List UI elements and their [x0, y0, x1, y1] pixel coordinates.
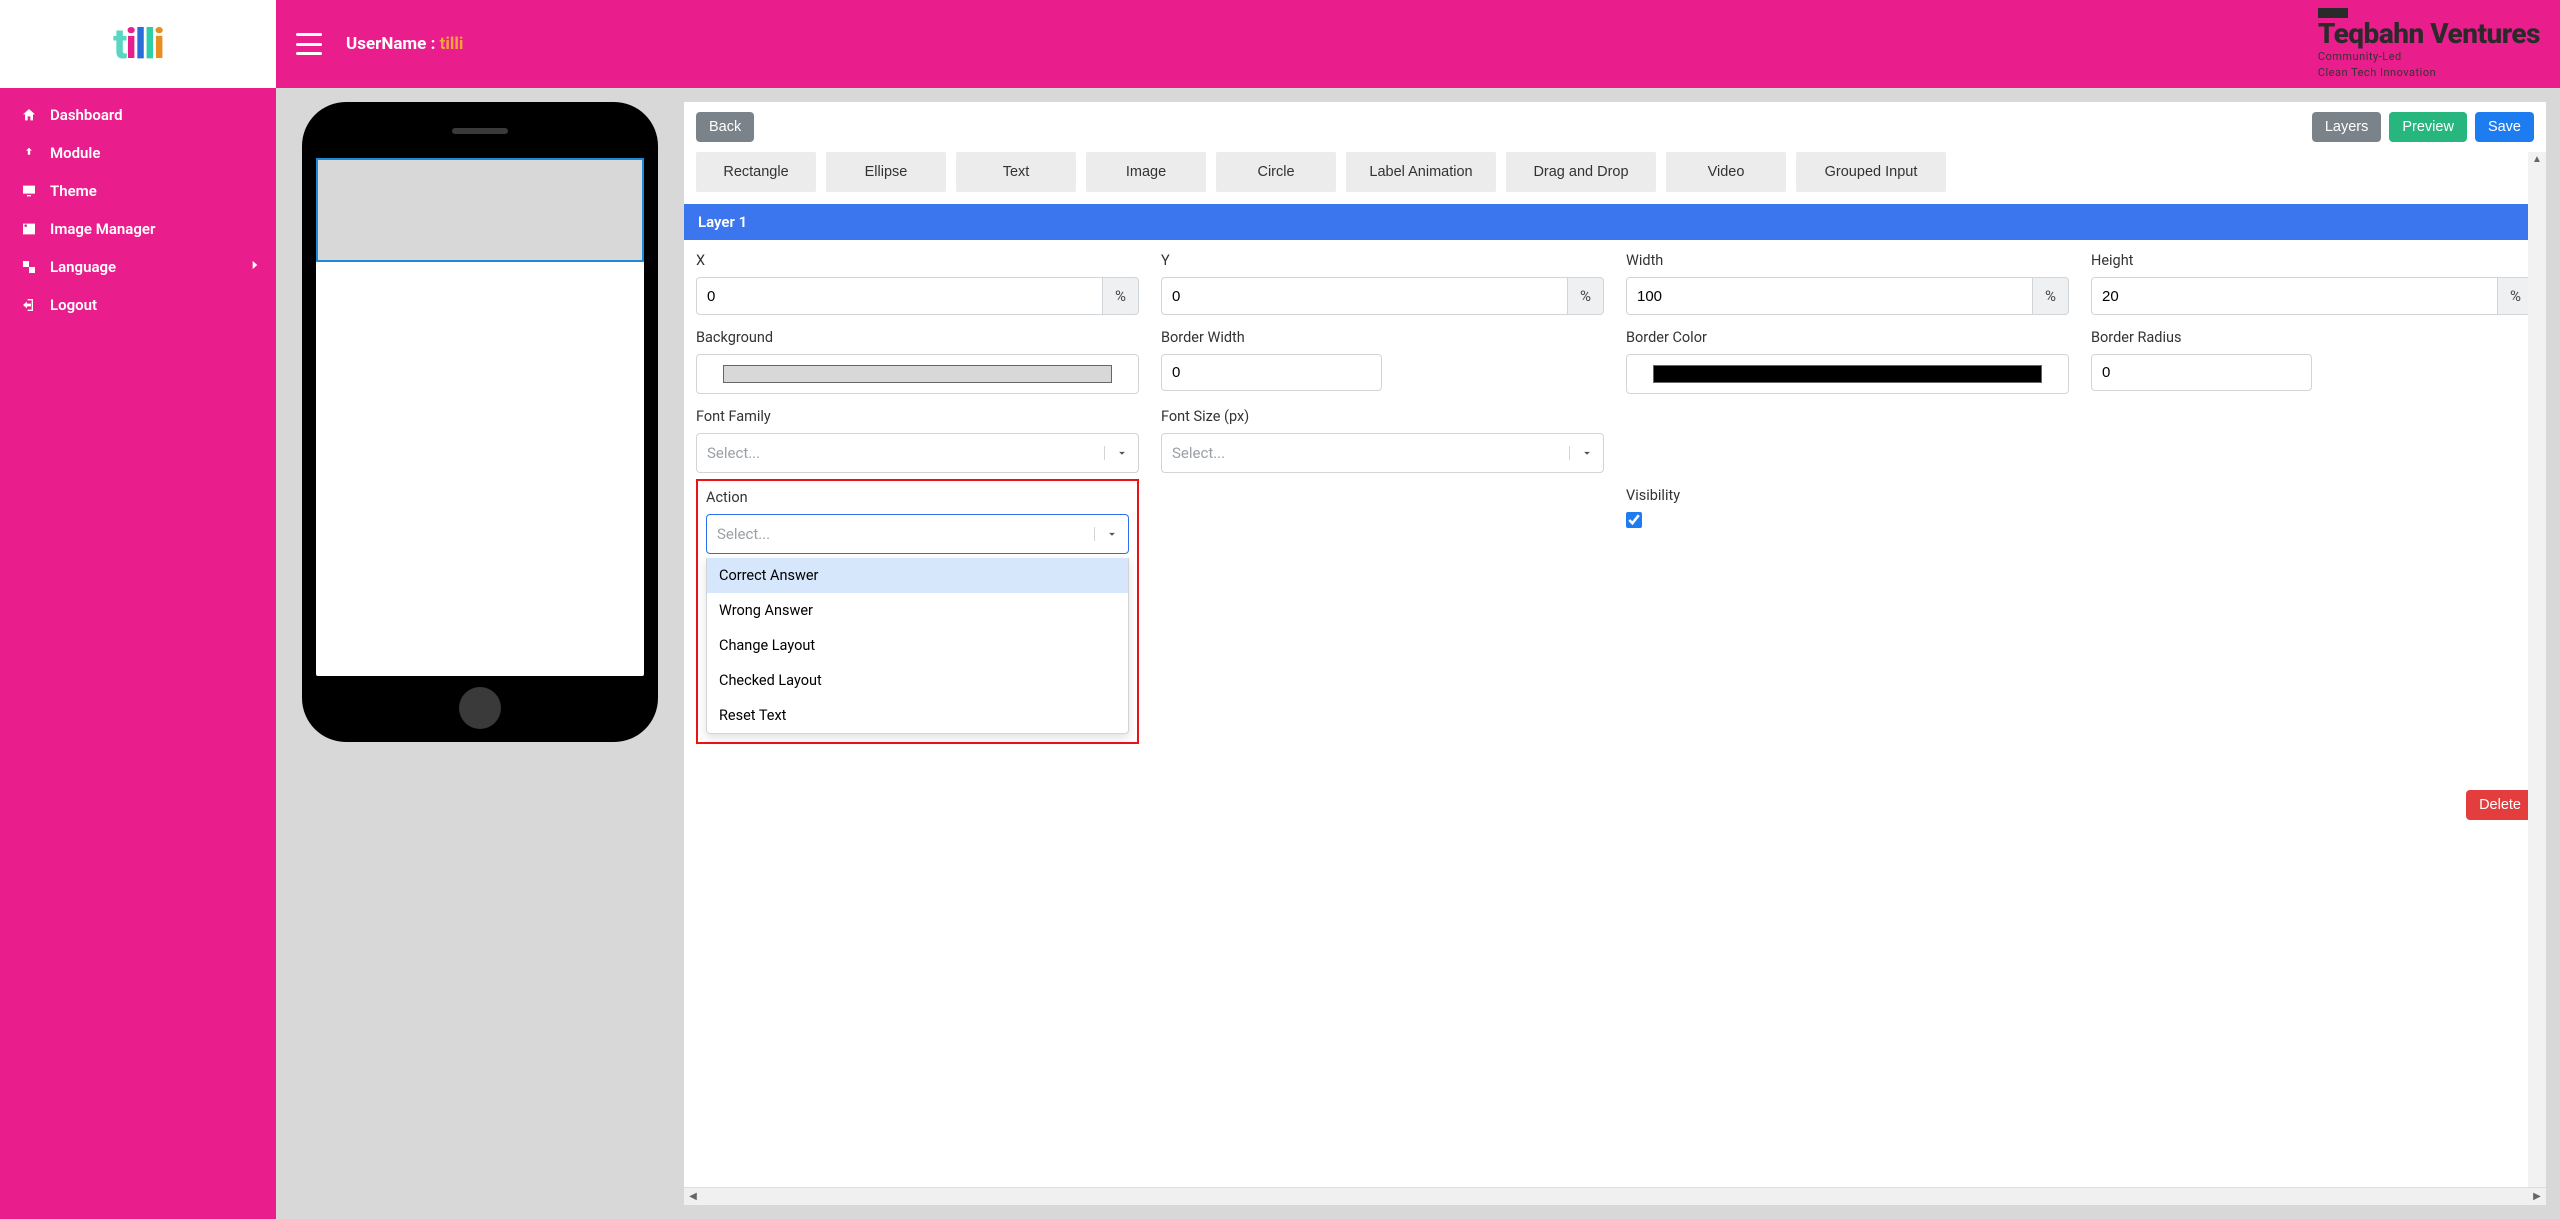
height-input[interactable]	[2091, 277, 2498, 315]
sidebar-item-label: Language	[50, 258, 116, 276]
border-width-label: Border Width	[1161, 329, 1604, 346]
font-family-label: Font Family	[696, 408, 1139, 425]
shape-video[interactable]: Video	[1666, 152, 1786, 192]
upload-icon	[18, 146, 40, 160]
sidebar-item-language[interactable]: Language	[0, 248, 276, 286]
action-option[interactable]: Correct Answer	[707, 558, 1128, 593]
menu-toggle[interactable]	[296, 33, 322, 55]
sidebar-item-label: Dashboard	[50, 106, 123, 124]
x-label: X	[696, 252, 1139, 269]
background-swatch[interactable]	[696, 354, 1139, 394]
shape-toolbar: Rectangle Ellipse Text Image Circle Labe…	[696, 152, 2534, 192]
action-dropdown-menu: Correct Answer Wrong Answer Change Layou…	[706, 558, 1129, 734]
font-size-select[interactable]: Select...	[1161, 433, 1604, 473]
sidebar-item-label: Image Manager	[50, 220, 155, 238]
sidebar-item-module[interactable]: Module	[0, 134, 276, 172]
sidebar-item-label: Logout	[50, 296, 97, 314]
action-option[interactable]: Change Layout	[707, 628, 1128, 663]
width-unit: %	[2033, 277, 2069, 315]
logo: tilli	[0, 0, 276, 88]
image-icon	[18, 221, 40, 237]
shape-drag-drop[interactable]: Drag and Drop	[1506, 152, 1656, 192]
save-button[interactable]: Save	[2475, 112, 2534, 142]
monitor-icon	[18, 183, 40, 199]
border-color-swatch[interactable]	[1626, 354, 2069, 394]
y-label: Y	[1161, 252, 1604, 269]
width-input[interactable]	[1626, 277, 2033, 315]
home-icon	[18, 107, 40, 123]
username-display: UserName : tilli	[346, 34, 463, 54]
vertical-scrollbar[interactable]: ▲	[2528, 152, 2546, 1187]
shape-image[interactable]: Image	[1086, 152, 1206, 192]
border-radius-input[interactable]	[2091, 354, 2312, 391]
phone-preview	[302, 102, 658, 742]
shape-text[interactable]: Text	[956, 152, 1076, 192]
y-input[interactable]	[1161, 277, 1568, 315]
sidebar-item-image-manager[interactable]: Image Manager	[0, 210, 276, 248]
chevron-down-icon	[1569, 446, 1603, 460]
chevron-down-icon	[1094, 527, 1128, 541]
chevron-down-icon	[1104, 446, 1138, 460]
height-label: Height	[2091, 252, 2534, 269]
width-label: Width	[1626, 252, 2069, 269]
phone-screen[interactable]	[316, 158, 644, 676]
shape-grouped-input[interactable]: Grouped Input	[1796, 152, 1946, 192]
sidebar-item-label: Theme	[50, 182, 97, 200]
action-label: Action	[706, 489, 1129, 506]
shape-label-animation[interactable]: Label Animation	[1346, 152, 1496, 192]
layers-button[interactable]: Layers	[2312, 112, 2382, 142]
visibility-label: Visibility	[1626, 487, 2069, 504]
background-label: Background	[696, 329, 1139, 346]
border-width-input[interactable]	[1161, 354, 1382, 391]
x-input[interactable]	[696, 277, 1103, 315]
action-option[interactable]: Checked Layout	[707, 663, 1128, 698]
sidebar: tilli Dashboard Module Theme Image Manag…	[0, 0, 276, 1219]
shape-rectangle[interactable]: Rectangle	[696, 152, 816, 192]
sidebar-item-label: Module	[50, 144, 100, 162]
shape-circle[interactable]: Circle	[1216, 152, 1336, 192]
sidebar-item-theme[interactable]: Theme	[0, 172, 276, 210]
canvas-layer-1[interactable]	[316, 158, 644, 262]
layer-header[interactable]: Layer 1	[684, 204, 2546, 240]
action-option[interactable]: Reset Text	[707, 698, 1128, 733]
chevron-right-icon	[248, 258, 262, 276]
x-unit: %	[1103, 277, 1139, 315]
shape-ellipse[interactable]: Ellipse	[826, 152, 946, 192]
border-radius-label: Border Radius	[2091, 329, 2534, 346]
font-size-label: Font Size (px)	[1161, 408, 1604, 425]
logout-icon	[18, 297, 40, 313]
action-select[interactable]: Select...	[706, 514, 1129, 554]
properties-panel: Back Layers Preview Save ▲ Rectangle Ell…	[684, 102, 2546, 1205]
translate-icon	[18, 259, 40, 275]
sidebar-item-logout[interactable]: Logout	[0, 286, 276, 324]
action-option[interactable]: Wrong Answer	[707, 593, 1128, 628]
preview-button[interactable]: Preview	[2389, 112, 2467, 142]
back-button[interactable]: Back	[696, 112, 754, 142]
font-family-select[interactable]: Select...	[696, 433, 1139, 473]
y-unit: %	[1568, 277, 1604, 315]
border-color-label: Border Color	[1626, 329, 2069, 346]
visibility-checkbox[interactable]	[1626, 512, 1642, 528]
topbar: UserName : tilli Teqbahn Ventures Commun…	[276, 0, 2560, 88]
sidebar-item-dashboard[interactable]: Dashboard	[0, 96, 276, 134]
delete-button[interactable]: Delete	[2466, 790, 2534, 820]
brand: Teqbahn Ventures Community-Led Clean Tec…	[2318, 8, 2540, 81]
horizontal-scrollbar[interactable]: ◀ ▶	[684, 1187, 2546, 1205]
